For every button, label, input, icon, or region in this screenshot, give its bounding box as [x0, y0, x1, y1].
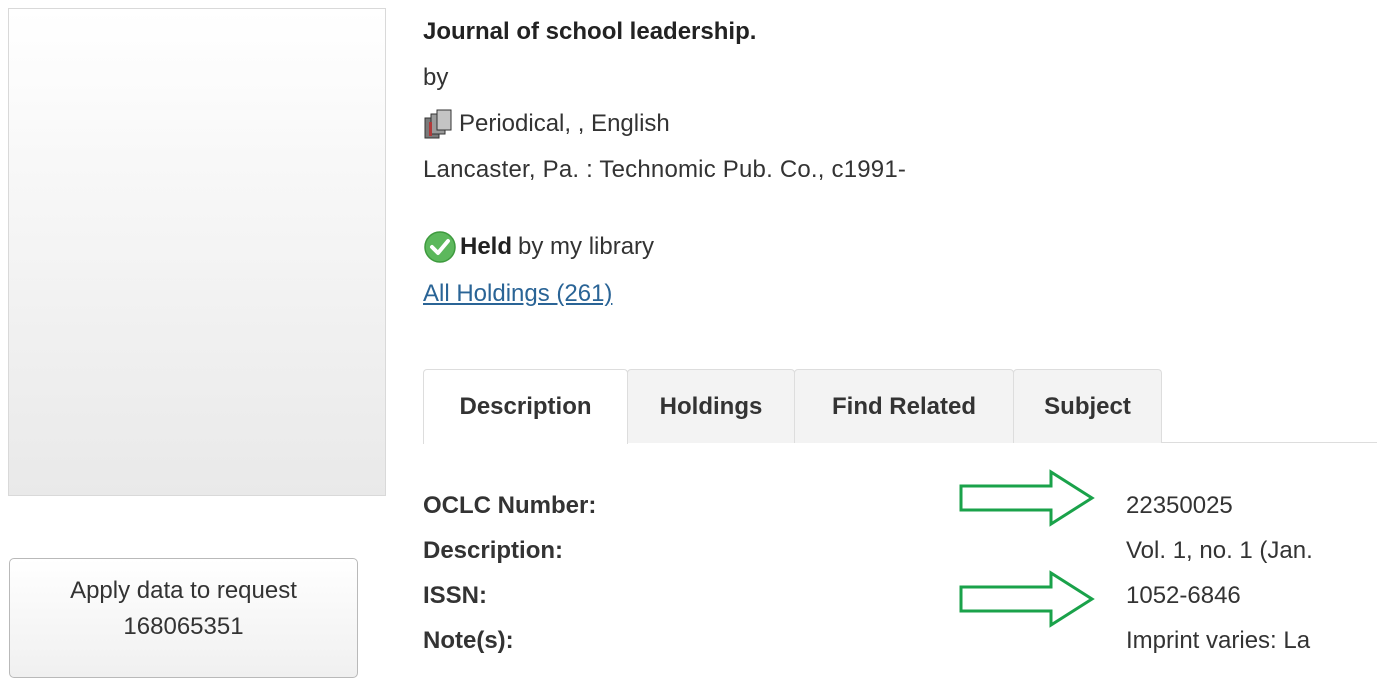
field-value-description: Vol. 1, no. 1 (Jan. — [1126, 537, 1313, 564]
tab-subject[interactable]: Subject — [1013, 369, 1162, 443]
apply-data-button[interactable]: Apply data to request 168065351 — [9, 558, 358, 678]
tab-description[interactable]: Description — [423, 369, 628, 444]
record-format-text: Periodical, , English — [459, 110, 670, 137]
apply-button-request-number: 168065351 — [123, 613, 244, 640]
arrow-annotation-oclc — [959, 469, 1095, 527]
apply-button-label: Apply data to request — [70, 577, 297, 604]
arrow-annotation-issn — [959, 570, 1095, 628]
tab-find-related[interactable]: Find Related — [794, 369, 1014, 443]
record-publisher: Lancaster, Pa. : Technomic Pub. Co., c19… — [423, 156, 907, 183]
field-label-description: Description: — [423, 537, 564, 564]
all-holdings-link[interactable]: All Holdings (261) — [423, 280, 612, 308]
periodical-stack-icon — [423, 108, 455, 140]
field-value-notes: Imprint varies: La — [1126, 627, 1311, 654]
field-label-notes: Note(s): — [423, 627, 514, 654]
green-check-icon — [423, 230, 457, 264]
field-value-issn: 1052-6846 — [1126, 582, 1241, 609]
record-author: by — [423, 64, 449, 91]
held-status: Held by my library — [423, 230, 654, 264]
field-label-oclc: OCLC Number: — [423, 492, 597, 519]
record-title: Journal of school leadership. — [423, 18, 757, 45]
tab-holdings[interactable]: Holdings — [627, 369, 795, 443]
field-value-oclc: 22350025 — [1126, 492, 1233, 519]
field-label-issn: ISSN: — [423, 582, 488, 609]
record-format: Periodical, , English — [423, 108, 670, 140]
cover-image-placeholder — [8, 8, 386, 496]
held-label: Held — [460, 233, 513, 260]
held-text: by my library — [518, 233, 655, 260]
